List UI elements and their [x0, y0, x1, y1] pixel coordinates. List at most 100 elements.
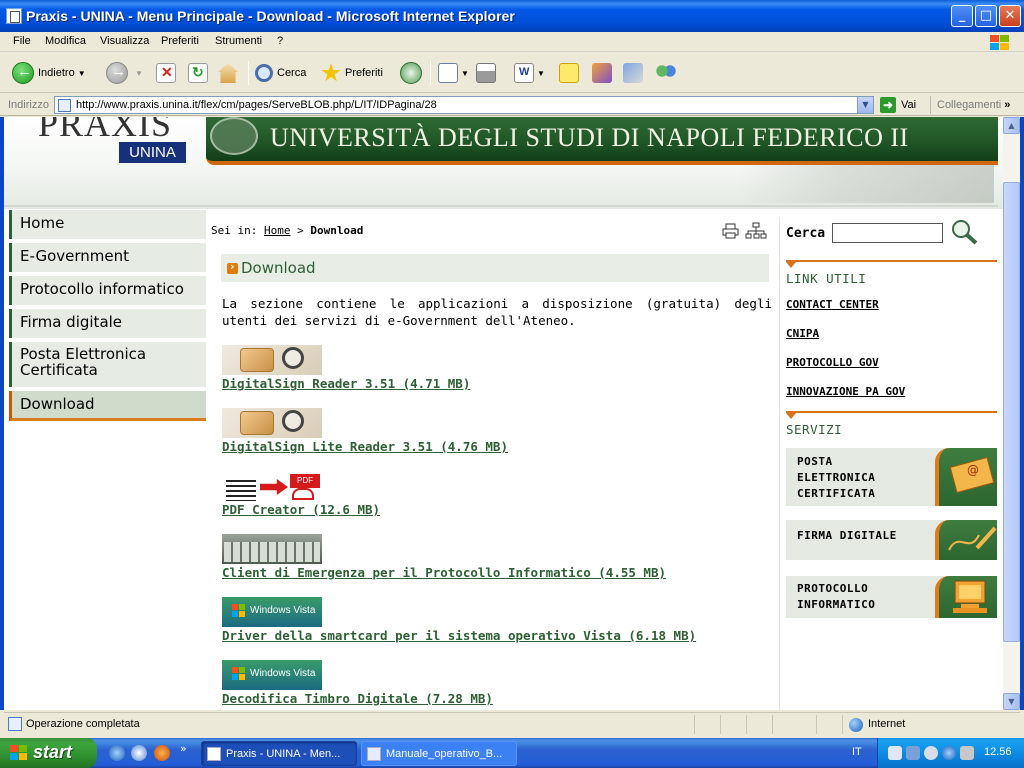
language-indicator[interactable]: IT	[852, 746, 862, 758]
taskbar: start » Praxis - UNINA - Men... Manuale_…	[0, 738, 1024, 768]
stop-button[interactable]: ✕	[156, 60, 176, 86]
praxis-logo[interactable]: PRAXIS	[38, 117, 172, 145]
nav-item-firma[interactable]: Firma digitale	[9, 309, 206, 338]
quicklaunch-expand-icon[interactable]: »	[180, 742, 187, 755]
start-button[interactable]: start	[0, 738, 97, 768]
address-url[interactable]: http://www.praxis.unina.it/flex/cm/pages…	[76, 99, 437, 111]
link-protocollo-gov[interactable]: PROTOCOLLO GOV	[786, 356, 879, 369]
favorites-button[interactable]: Preferiti	[321, 60, 383, 86]
chevron-down-icon[interactable]: ▼	[537, 69, 545, 78]
network-tray-icon[interactable]	[888, 746, 902, 760]
university-name: UNIVERSITÀ DEGLI STUDI DI NAPOLI FEDERIC…	[270, 123, 909, 152]
service-protocollo-button[interactable]: PROTOCOLLO INFORMATICO	[786, 576, 997, 618]
window-title: Praxis - UNINA - Menu Principale - Downl…	[26, 8, 515, 24]
service-firma-button[interactable]: FIRMA DIGITALE	[786, 520, 997, 560]
nav-item-egovernment[interactable]: E-Government	[9, 243, 206, 272]
link-contact-center[interactable]: CONTACT CENTER	[786, 298, 879, 311]
download-link[interactable]: DigitalSign Reader 3.51 (4.71 MB)	[222, 376, 470, 391]
content-title-bar: Download	[221, 254, 769, 282]
tools-button[interactable]	[623, 60, 643, 86]
forward-button[interactable]: ▼	[106, 60, 143, 86]
firefox-quicklaunch-icon[interactable]	[154, 745, 170, 761]
keyboard-thumbnail[interactable]	[222, 534, 322, 564]
vista-text: Windows Vista	[250, 668, 316, 679]
chevron-down-icon[interactable]: ▼	[857, 97, 873, 113]
volume-tray-icon[interactable]	[960, 746, 974, 760]
smartcard-thumbnail[interactable]	[222, 408, 322, 438]
messenger-button[interactable]	[656, 60, 676, 86]
menu-visualizza[interactable]: Visualizza	[100, 35, 149, 47]
vertical-scrollbar[interactable]: ▲ ▼	[1003, 117, 1020, 710]
nav-item-home[interactable]: Home	[9, 210, 206, 239]
menu-bar: File Modifica Visualizza Preferiti Strum…	[0, 32, 1024, 52]
menu-strumenti[interactable]: Strumenti	[215, 35, 262, 47]
download-link[interactable]: Client di Emergenza per il Protocollo In…	[222, 565, 666, 580]
windows-vista-thumbnail[interactable]: Windows Vista	[222, 660, 322, 690]
menu-file[interactable]: File	[13, 35, 31, 47]
download-link[interactable]: PDF Creator (12.6 MB)	[222, 502, 380, 517]
nav-item-protocollo[interactable]: Protocollo informatico	[9, 276, 206, 305]
chevron-down-icon[interactable]: ▼	[461, 69, 469, 78]
notes-icon	[559, 63, 579, 83]
zone-text: Internet	[868, 718, 906, 730]
outlook-quicklaunch-icon[interactable]	[131, 745, 147, 761]
go-button[interactable]: ➜ Vai	[880, 97, 916, 113]
ie-quicklaunch-icon[interactable]	[109, 745, 125, 761]
nav-item-pec[interactable]: Posta Elettronica Certificata	[9, 342, 206, 387]
tray-icon[interactable]	[906, 746, 920, 760]
scroll-down-arrow-icon[interactable]: ▼	[1003, 693, 1020, 710]
magnifier-search-icon[interactable]	[949, 218, 979, 246]
service-label: FIRMA DIGITALE	[797, 529, 897, 542]
download-link[interactable]: DigitalSign Lite Reader 3.51 (4.76 MB)	[222, 439, 508, 454]
smartcard-thumbnail[interactable]	[222, 345, 322, 375]
tray-icon[interactable]	[924, 746, 938, 760]
globe-tray-icon[interactable]	[942, 746, 956, 760]
mail-button[interactable]: ▼	[438, 60, 469, 86]
print-button[interactable]	[476, 60, 496, 86]
taskbar-item-word[interactable]: Manuale_operativo_B...	[361, 741, 517, 766]
scrollbar-thumb[interactable]	[1003, 182, 1020, 642]
notes-button[interactable]	[559, 60, 579, 86]
menu-modifica[interactable]: Modifica	[45, 35, 86, 47]
page-icon	[58, 99, 71, 112]
sitemap-icon[interactable]	[745, 222, 767, 240]
minimize-button[interactable]: _	[951, 5, 973, 27]
taskbar-item-ie[interactable]: Praxis - UNINA - Men...	[201, 741, 357, 766]
menu-preferiti[interactable]: Preferiti	[161, 35, 199, 47]
edit-word-button[interactable]: W ▼	[514, 60, 545, 86]
page-viewport: PRAXIS UNINA UNIVERSITÀ DEGLI STUDI DI N…	[4, 117, 1003, 710]
link-cnipa[interactable]: CNIPA	[786, 327, 819, 340]
windows-vista-thumbnail[interactable]: Windows Vista	[222, 597, 322, 627]
nav-item-download[interactable]: Download	[9, 391, 206, 421]
maximize-button[interactable]: □	[975, 5, 997, 27]
svg-text:@: @	[967, 463, 979, 477]
download-link[interactable]: Driver della smartcard per il sistema op…	[222, 628, 696, 643]
scroll-up-arrow-icon[interactable]: ▲	[1003, 117, 1020, 134]
close-button[interactable]: ✕	[999, 5, 1021, 27]
link-innovazione-pa[interactable]: INNOVAZIONE PA GOV	[786, 385, 905, 398]
search-button[interactable]: Cerca	[255, 60, 306, 86]
download-link[interactable]: Decodifica Timbro Digitale (7.28 MB)	[222, 691, 493, 706]
university-seal-icon	[210, 117, 258, 155]
research-button[interactable]	[592, 60, 612, 86]
print-icon[interactable]	[722, 223, 739, 239]
chevron-down-icon[interactable]: ▼	[78, 69, 86, 78]
breadcrumb-home-link[interactable]: Home	[264, 224, 291, 237]
pdf-creator-thumbnail[interactable]: PDF	[222, 471, 322, 501]
back-button[interactable]: Indietro ▼	[12, 60, 86, 86]
links-button[interactable]: Collegamenti »	[930, 96, 1010, 114]
arrow-bullet-icon	[227, 260, 238, 274]
history-button[interactable]	[400, 60, 426, 86]
service-label: ELETTRONICA	[797, 471, 876, 484]
chevron-down-icon[interactable]: ▼	[135, 69, 143, 78]
search-input[interactable]	[832, 223, 943, 243]
menu-help[interactable]: ?	[277, 35, 283, 47]
tools-icon	[623, 63, 643, 83]
links-section-title: LINK UTILI	[786, 271, 867, 286]
mail-icon	[438, 63, 458, 83]
refresh-button[interactable]: ↻	[188, 60, 208, 86]
service-pec-button[interactable]: POSTA ELETTRONICA CERTIFICATA @	[786, 448, 997, 506]
home-button[interactable]	[218, 60, 238, 86]
address-input[interactable]: http://www.praxis.unina.it/flex/cm/pages…	[54, 96, 874, 114]
envelope-icon: @	[935, 448, 997, 506]
